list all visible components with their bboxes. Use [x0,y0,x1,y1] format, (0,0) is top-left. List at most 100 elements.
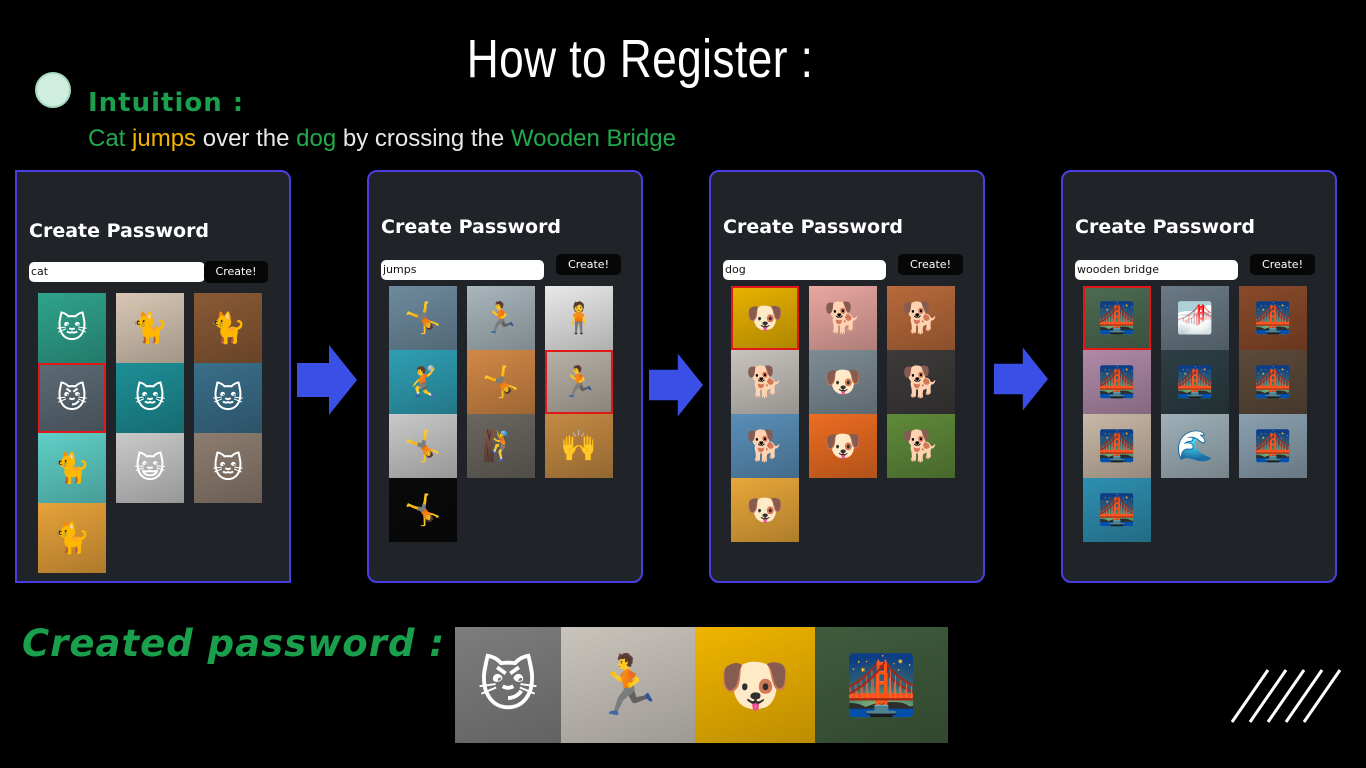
image-option[interactable]: 🤸 [389,414,457,478]
image-motif-icon: 🤾 [404,365,442,401]
image-option[interactable]: 🧍 [545,286,613,350]
image-option[interactable]: 🌉 [1083,478,1151,542]
image-option[interactable]: 😼 [38,363,106,433]
arrow-right-icon [649,353,703,417]
image-option[interactable]: 🌉 [1239,286,1307,350]
image-option[interactable]: 🐶 [809,350,877,414]
image-motif-icon: 🤸 [404,493,442,529]
arrow-right-icon [297,345,357,415]
image-option[interactable]: 🌉 [1239,414,1307,478]
image-option[interactable]: 🐶 [731,286,799,350]
image-motif-icon: 🌉 [1254,429,1292,465]
word-wooden-bridge: Wooden Bridge [510,125,676,152]
card-title: Create Password [723,216,904,238]
image-option[interactable]: 🐱 [38,293,106,363]
image-motif-icon: 🤸 [482,365,520,401]
image-motif-icon: 🌊 [1176,429,1214,465]
image-option[interactable]: 🌉 [1161,350,1229,414]
image-motif-icon: 🏃 [591,651,665,719]
image-motif-icon: 🐶 [746,301,784,337]
image-option[interactable]: 🌉 [1083,350,1151,414]
image-grid: 🐱 🐈 🐈 😼 🐱 🐱 🐈 😺 🐱 🐈 [38,293,262,573]
image-motif-icon: 🌉 [1098,301,1136,337]
image-option[interactable]: 🐱 [116,363,184,433]
word-by-crossing-the: by crossing the [336,125,511,152]
word-dog: dog [296,125,337,152]
card-title: Create Password [1075,216,1256,238]
image-option[interactable]: 🤸 [389,286,457,350]
create-button[interactable]: Create! [898,254,963,275]
image-option[interactable]: 🐈 [194,293,262,363]
password-image: 🌉 [815,627,948,743]
image-motif-icon: 🌉 [1176,365,1214,401]
image-option[interactable]: 🐕 [887,414,955,478]
image-motif-icon: 😺 [134,451,166,487]
create-button[interactable]: Create! [1250,254,1315,275]
image-motif-icon: 🌁 [1176,301,1214,337]
image-option[interactable]: 🙌 [545,414,613,478]
image-motif-icon: 🌉 [1098,429,1136,465]
image-option[interactable]: 🌊 [1161,414,1229,478]
image-option[interactable]: 🐕 [731,414,799,478]
password-image: 🐶 [695,627,815,743]
image-option[interactable]: 🤾 [389,350,457,414]
image-motif-icon: 🧗 [482,429,520,465]
image-motif-icon: 🐕 [902,429,940,465]
password-image: 🏃 [561,627,695,743]
image-motif-icon: 🐱 [56,311,88,347]
image-option[interactable]: 🌁 [1161,286,1229,350]
image-motif-icon: 🐈 [209,311,247,347]
image-motif-icon: 🐕 [902,301,940,337]
image-option[interactable]: 🐈 [38,503,106,573]
image-motif-icon: 🏃 [560,365,598,401]
image-option[interactable]: 🏃 [545,350,613,414]
image-option[interactable]: 🐈 [38,433,106,503]
password-input[interactable]: cat [29,262,205,282]
create-password-card-1: Create Password cat Create! 🐱 🐈 🐈 😼 🐱 🐱 🐈 😺 🐱 🐈 [15,170,291,583]
image-grid: 🌉 🌁 🌉 🌉 🌉 🌉 🌉 🌊 🌉 🌉 [1083,286,1307,542]
image-option[interactable]: 🐱 [194,433,262,503]
image-motif-icon: 🐕 [746,429,784,465]
image-option[interactable]: 🐕 [809,286,877,350]
image-motif-icon: 🐶 [718,651,792,719]
image-option[interactable]: 🌉 [1239,350,1307,414]
intuition-label: Intuition : [88,88,245,118]
image-motif-icon: 😼 [477,651,539,719]
password-input[interactable]: wooden bridge [1075,260,1238,280]
password-input[interactable]: jumps [381,260,544,280]
password-input[interactable]: dog [723,260,886,280]
image-option[interactable]: 🌉 [1083,414,1151,478]
image-option[interactable]: 😺 [116,433,184,503]
image-motif-icon: 🐶 [824,365,862,401]
image-motif-icon: 🤸 [404,429,442,465]
create-button[interactable]: Create! [556,254,621,275]
image-option[interactable]: 🤸 [389,478,457,542]
intuition-sentence: Cat jumps over the dog by crossing the W… [88,125,676,153]
create-password-card-2: Create Password jumps Create! 🤸 🏃 🧍 🤾 🤸 🏃 🤸 🧗 🙌 🤸 [367,170,643,583]
image-option[interactable]: 🐈 [116,293,184,363]
image-option[interactable]: 🐕 [887,350,955,414]
create-password-card-3: Create Password dog Create! 🐶 🐕 🐕 🐕 🐶 🐕 🐕 🐶 🐕 🐶 [709,170,985,583]
image-motif-icon: 🏃 [482,301,520,337]
image-option[interactable]: 🤸 [467,350,535,414]
image-option[interactable]: 🐶 [809,414,877,478]
image-option[interactable]: 🐱 [194,363,262,433]
bullet-icon [35,72,71,108]
image-option[interactable]: 🐕 [887,286,955,350]
image-option[interactable]: 🌉 [1083,286,1151,350]
image-motif-icon: 🌉 [1098,365,1136,401]
card-title: Create Password [29,220,210,242]
create-button[interactable]: Create! [204,261,268,283]
image-option[interactable]: 🐶 [731,478,799,542]
image-motif-icon: 🐈 [53,521,91,557]
image-motif-icon: 🐶 [824,429,862,465]
image-option[interactable]: 🧗 [467,414,535,478]
image-option[interactable]: 🐕 [731,350,799,414]
image-grid: 🐶 🐕 🐕 🐕 🐶 🐕 🐕 🐶 🐕 🐶 [731,286,955,542]
slashes-decoration [1230,669,1342,723]
image-option[interactable]: 🏃 [467,286,535,350]
image-motif-icon: 🌉 [1254,301,1292,337]
word-jumps: jumps [132,125,197,152]
password-image: 😼 [455,627,561,743]
image-motif-icon: 😼 [56,381,88,417]
